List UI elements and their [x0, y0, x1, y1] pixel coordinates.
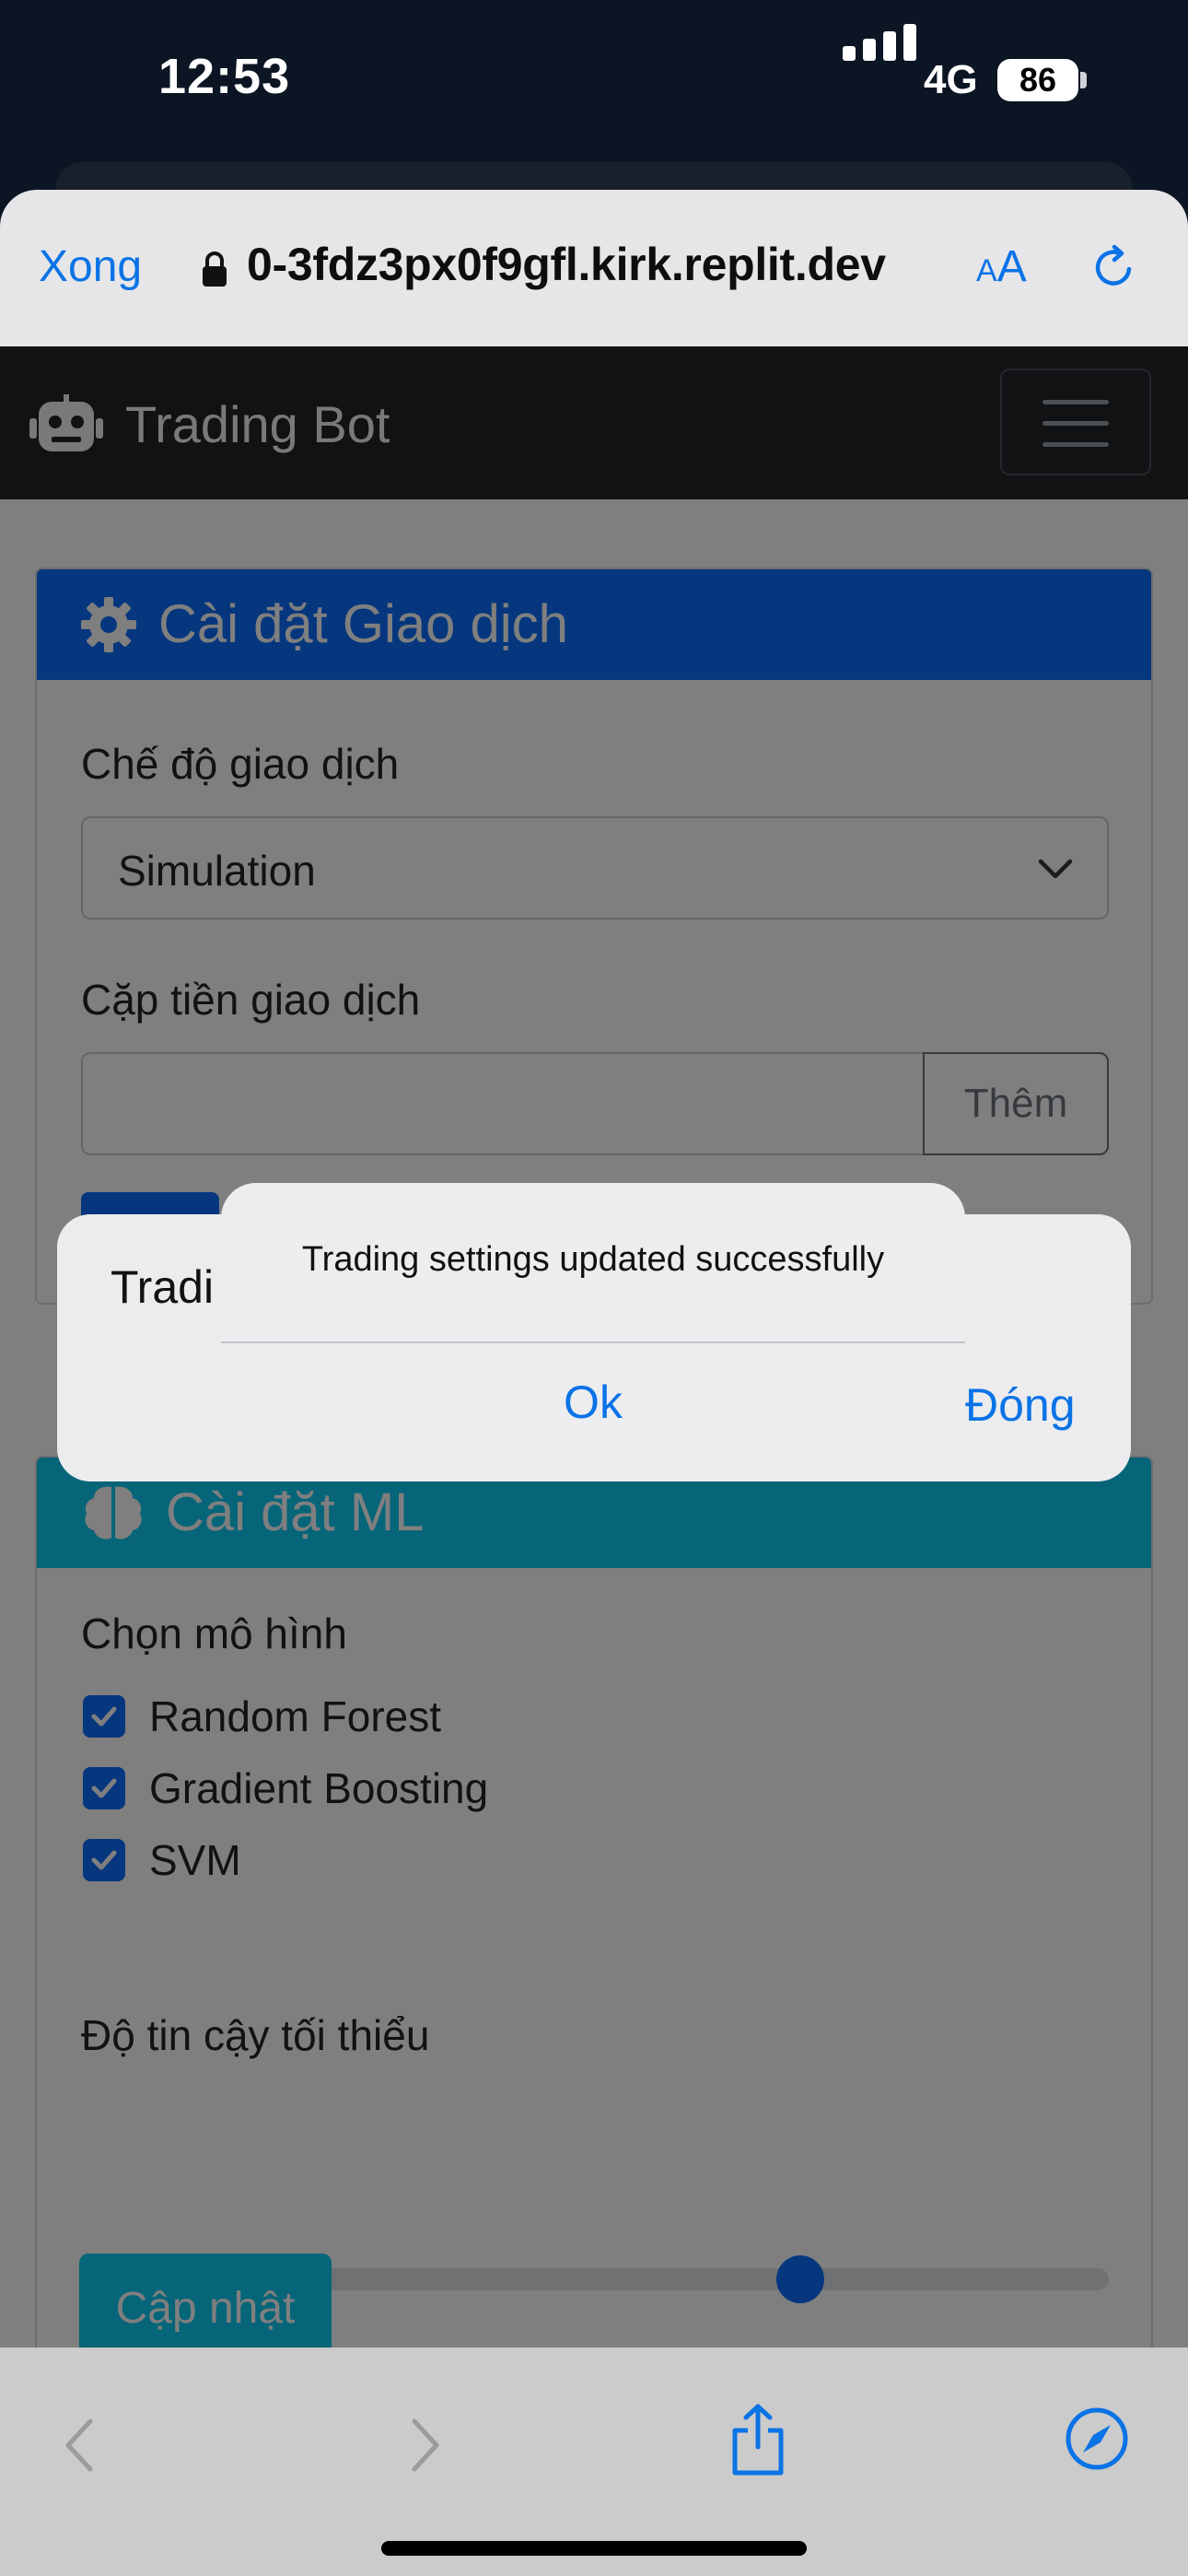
done-button[interactable]: Xong	[39, 241, 142, 292]
alert-message: Trading settings updated successfully	[301, 1240, 885, 1279]
close-button[interactable]: Đóng	[965, 1378, 1076, 1432]
text-size-large-glyph: A	[996, 242, 1027, 291]
url-text[interactable]: 0-3fdz3px0f9gfl.kirk.replit.dev	[247, 238, 886, 291]
status-time: 12:53	[158, 49, 291, 104]
text-size-button[interactable]: AA	[976, 241, 1027, 292]
battery-nub	[1080, 72, 1087, 88]
network-type: 4G	[924, 57, 978, 102]
modal-title: Tradi	[111, 1261, 215, 1313]
forward-icon[interactable]	[409, 2418, 442, 2477]
reload-icon[interactable]	[1089, 241, 1140, 298]
back-icon[interactable]	[63, 2418, 96, 2477]
compass-icon[interactable]	[1065, 2406, 1129, 2476]
alert-dialog: Trading settings updated successfully Ok	[221, 1183, 965, 1463]
ok-button[interactable]: Ok	[221, 1341, 965, 1463]
lock-icon	[201, 251, 228, 292]
home-indicator	[381, 2541, 807, 2556]
share-icon[interactable]	[726, 2403, 790, 2481]
battery-icon: 86	[997, 59, 1078, 101]
text-size-small-glyph: A	[976, 253, 997, 288]
